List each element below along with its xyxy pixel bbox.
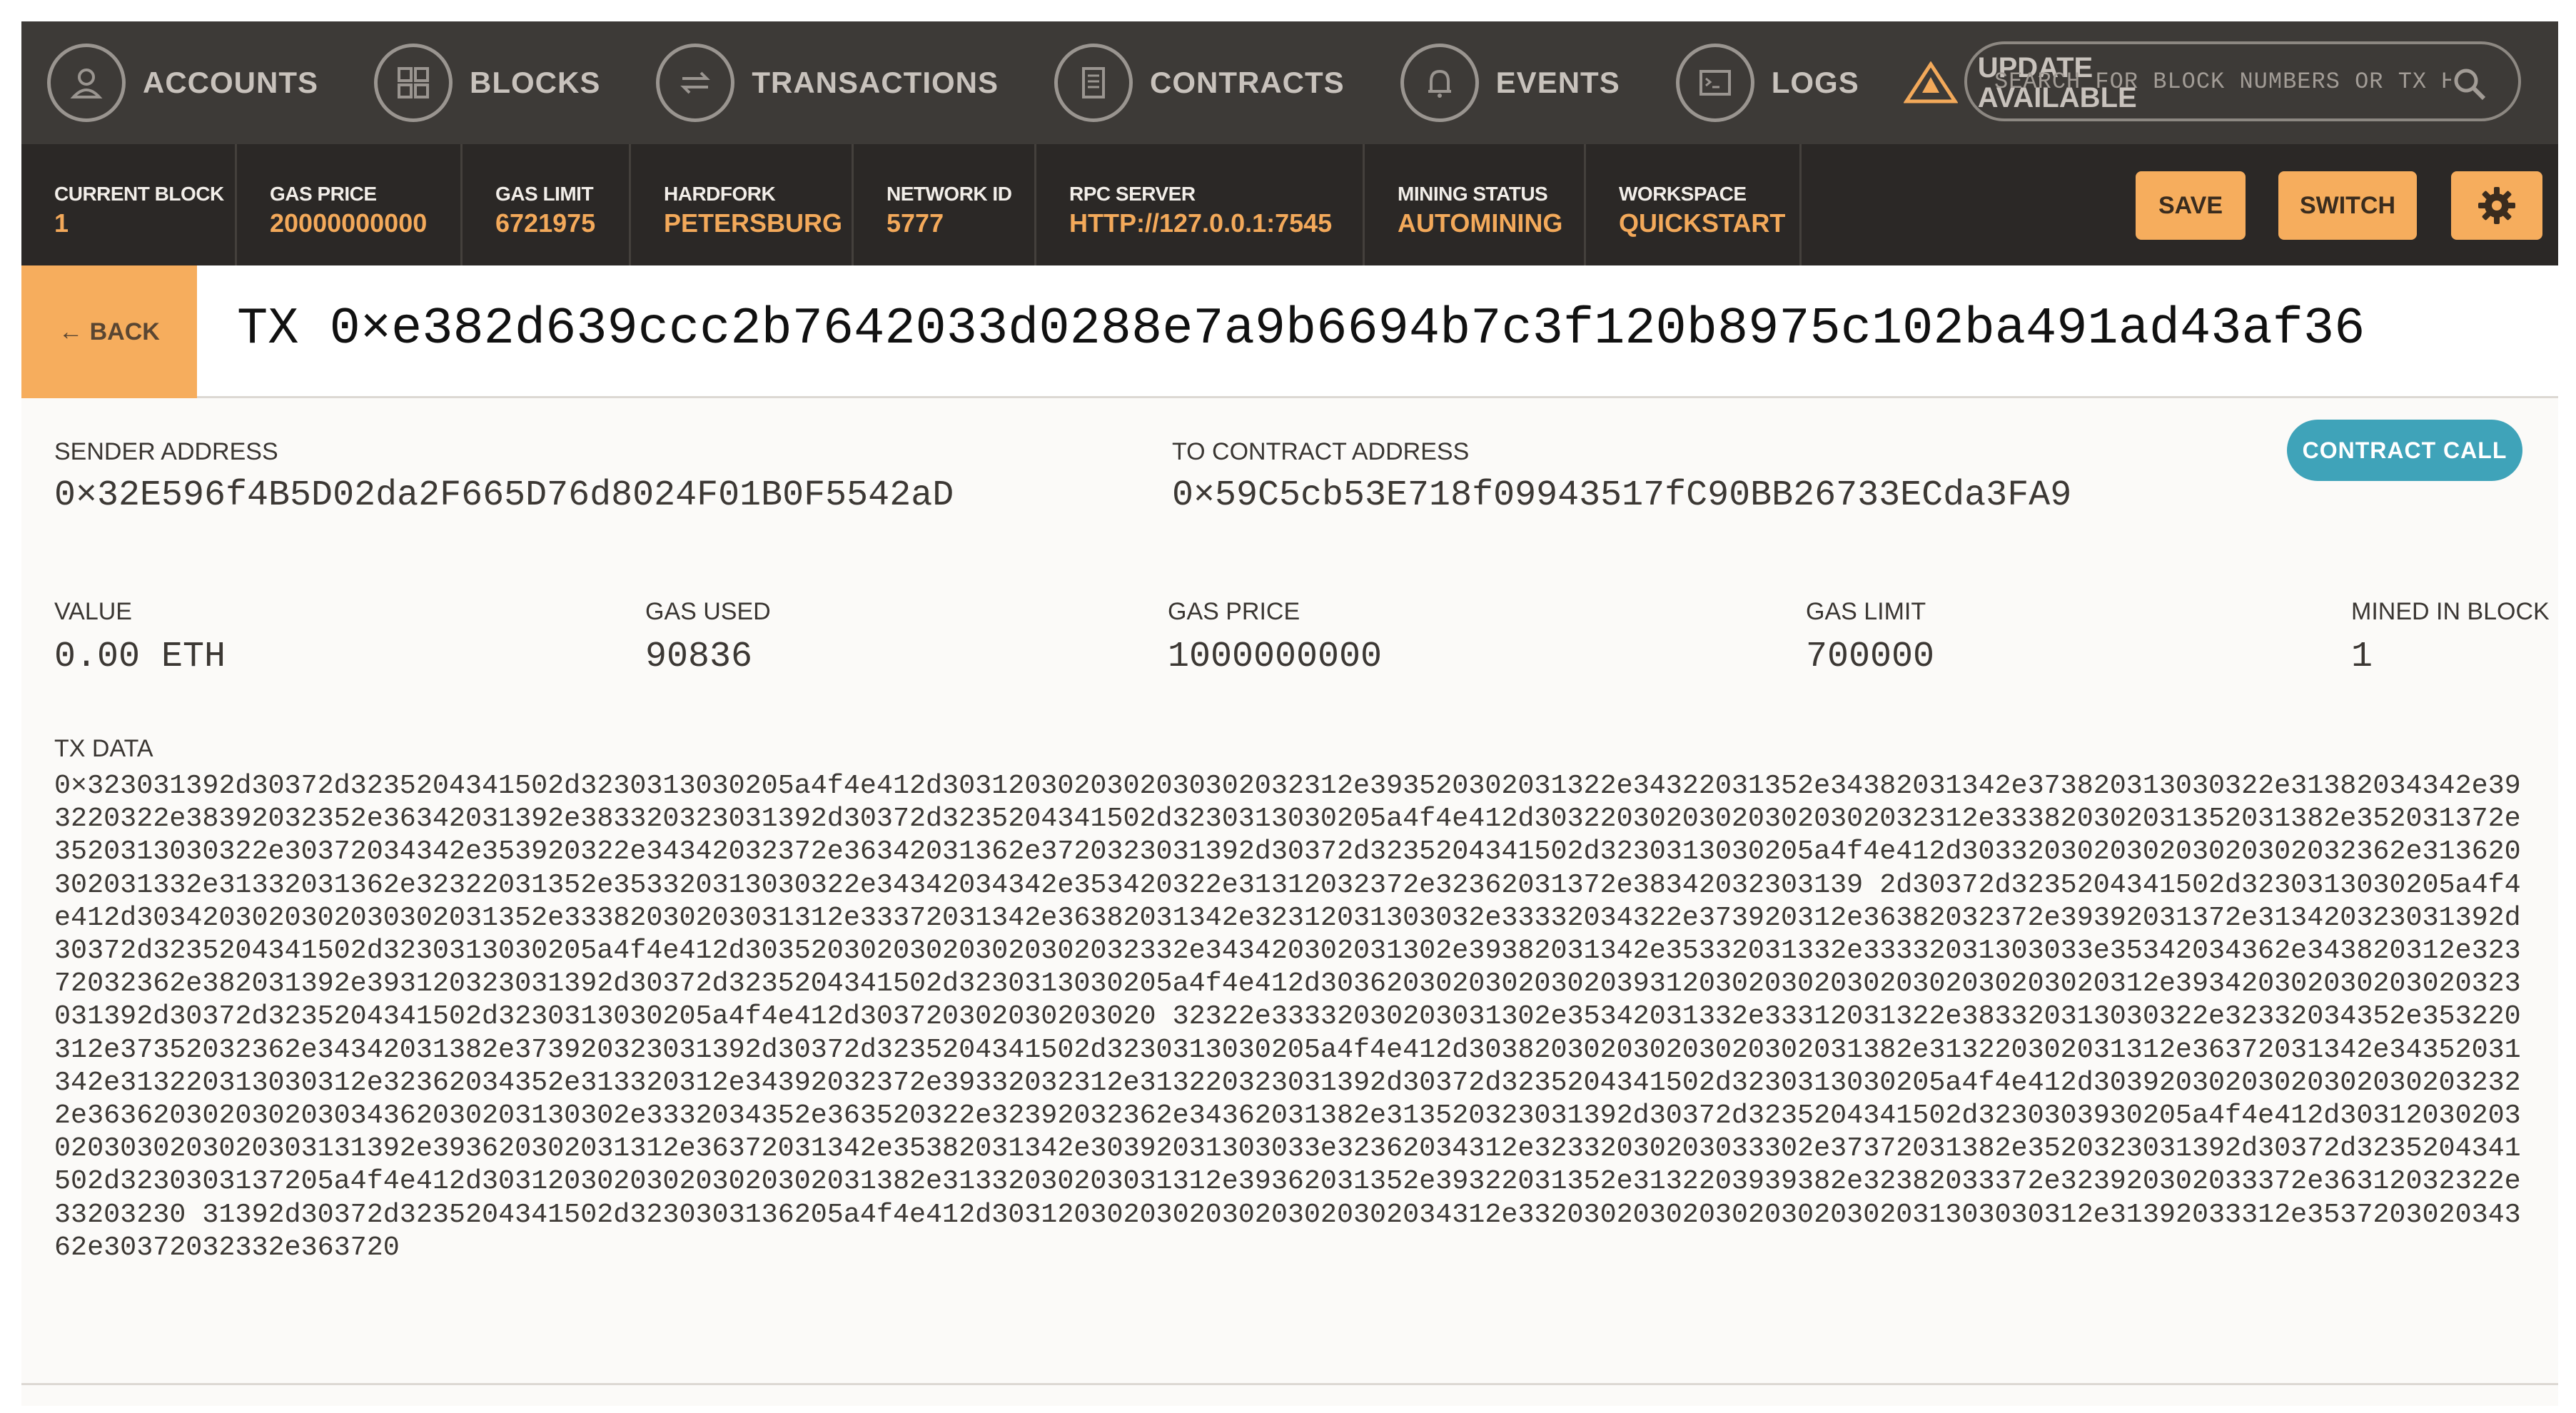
mined-in-block-label: MINED IN BLOCK bbox=[2351, 598, 2550, 625]
back-button[interactable]: ← BACK bbox=[21, 265, 197, 398]
stat-value: 5777 bbox=[887, 208, 944, 238]
stat-value: AUTOMINING bbox=[1398, 208, 1563, 238]
search-icon[interactable] bbox=[2450, 64, 2490, 104]
nav-events[interactable]: EVENTS bbox=[1400, 21, 1620, 144]
stat-gas-limit: GAS LIMIT 6721975 bbox=[463, 144, 631, 265]
sender-address-value: 0×32E596f4B5D02da2F665D76d8024F01B0F5542… bbox=[54, 475, 954, 516]
stat-value: HTTP://127.0.0.1:7545 bbox=[1069, 208, 1333, 238]
bell-icon bbox=[1400, 44, 1479, 122]
stat-value: 6721975 bbox=[495, 208, 596, 238]
gas-price-value: 1000000000 bbox=[1168, 637, 1383, 677]
person-icon bbox=[47, 44, 126, 122]
contract-call-badge: CONTRACT CALL bbox=[2287, 420, 2522, 481]
gas-limit-label: GAS LIMIT bbox=[1806, 598, 1926, 625]
stat-gas-price: GAS PRICE 20000000000 bbox=[237, 144, 463, 265]
stat-workspace: WORKSPACE QUICKSTART bbox=[1586, 144, 1802, 265]
value-value: 0.00 ETH bbox=[54, 637, 226, 677]
nav-events-label: EVENTS bbox=[1495, 66, 1620, 99]
stat-label: GAS PRICE bbox=[270, 183, 377, 205]
exchange-arrows-icon bbox=[656, 44, 735, 122]
tx-data-value: 0×323031392d30372d3235204341502d32303130… bbox=[54, 770, 2521, 1263]
gear-icon bbox=[2478, 187, 2515, 224]
settings-button[interactable] bbox=[2451, 171, 2542, 240]
nav-contracts-label: CONTRACTS bbox=[1150, 66, 1345, 99]
ganache-window: ACCOUNTS BLOCKS TRANSACTIONS CONTRACTS E… bbox=[21, 21, 2558, 1406]
stat-value: 1 bbox=[54, 208, 69, 238]
gas-used-label: GAS USED bbox=[645, 598, 771, 625]
stat-label: GAS LIMIT bbox=[495, 183, 594, 205]
nav-transactions[interactable]: TRANSACTIONS bbox=[656, 21, 999, 144]
tx-data-label: TX DATA bbox=[54, 735, 153, 762]
grid-icon bbox=[374, 44, 453, 122]
stat-hardfork: HARDFORK PETERSBURG bbox=[631, 144, 854, 265]
stat-label: NETWORK ID bbox=[887, 183, 1012, 205]
nav-logs-label: LOGS bbox=[1771, 66, 1859, 99]
to-contract-address-value: 0×59C5cb53E718f09943517fC90BB26733ECda3F… bbox=[1172, 475, 2072, 516]
gas-used-value: 90836 bbox=[645, 637, 753, 677]
terminal-icon bbox=[1675, 44, 1754, 122]
sender-address-label: SENDER ADDRESS bbox=[54, 438, 278, 465]
switch-button[interactable]: SWITCH bbox=[2278, 171, 2417, 240]
stat-value: 20000000000 bbox=[270, 208, 428, 238]
gas-limit-value: 700000 bbox=[1806, 637, 1935, 677]
nav-logs[interactable]: LOGS bbox=[1675, 21, 1859, 144]
stat-label: MINING STATUS bbox=[1398, 183, 1548, 205]
value-label: VALUE bbox=[54, 598, 132, 625]
document-icon bbox=[1054, 44, 1133, 122]
stat-label: CURRENT BLOCK bbox=[54, 183, 224, 205]
transaction-title: TX 0×e382d639ccc2b7642033d0288e7a9b6694b… bbox=[237, 300, 2365, 358]
stat-label: HARDFORK bbox=[664, 183, 776, 205]
nav-contracts[interactable]: CONTRACTS bbox=[1054, 21, 1345, 144]
stat-value: PETERSBURG bbox=[664, 208, 843, 238]
to-contract-address-label: TO CONTRACT ADDRESS bbox=[1172, 438, 1470, 465]
stat-network-id: NETWORK ID 5777 bbox=[854, 144, 1036, 265]
stat-current-block: CURRENT BLOCK 1 bbox=[21, 144, 237, 265]
transaction-header: ← BACK TX 0×e382d639ccc2b7642033d0288e7a… bbox=[21, 265, 2558, 398]
stat-mining-status: MINING STATUS AUTOMINING bbox=[1365, 144, 1586, 265]
nav-blocks-label: BLOCKS bbox=[470, 66, 601, 99]
stat-rpc-server: RPC SERVER HTTP://127.0.0.1:7545 bbox=[1036, 144, 1365, 265]
search-box[interactable] bbox=[1964, 41, 2521, 121]
save-button[interactable]: SAVE bbox=[2136, 171, 2246, 240]
top-navigation: ACCOUNTS BLOCKS TRANSACTIONS CONTRACTS E… bbox=[21, 21, 2558, 144]
nav-accounts[interactable]: ACCOUNTS bbox=[47, 21, 318, 144]
nav-accounts-label: ACCOUNTS bbox=[143, 66, 318, 99]
stat-value: QUICKSTART bbox=[1619, 208, 1786, 238]
gas-price-label: GAS PRICE bbox=[1168, 598, 1300, 625]
search-input[interactable] bbox=[1994, 68, 2451, 95]
nav-blocks[interactable]: BLOCKS bbox=[374, 21, 600, 144]
divider bbox=[21, 1383, 2558, 1385]
nav-transactions-label: TRANSACTIONS bbox=[752, 66, 999, 99]
mined-in-block-value: 1 bbox=[2351, 637, 2373, 677]
warning-triangle-icon bbox=[1903, 61, 1958, 103]
stat-label: WORKSPACE bbox=[1619, 183, 1747, 205]
stat-label: RPC SERVER bbox=[1069, 183, 1196, 205]
